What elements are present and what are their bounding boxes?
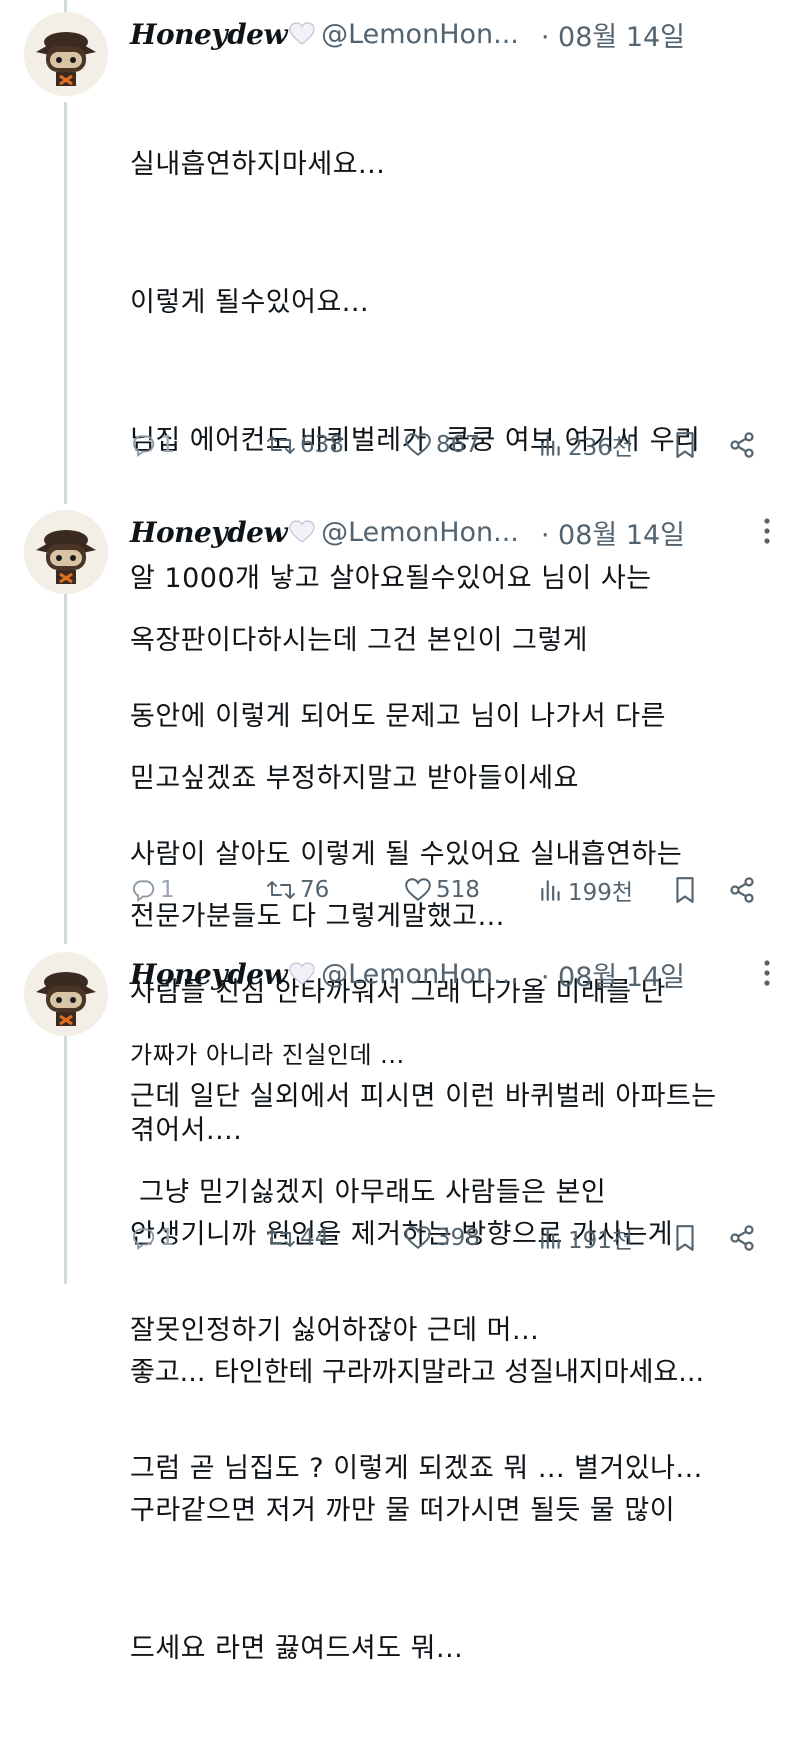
avatar[interactable] [24, 12, 108, 96]
share-button[interactable] [728, 425, 756, 465]
white-heart-icon [289, 22, 315, 46]
bookmark-button[interactable] [672, 425, 698, 465]
like-button[interactable]: 398 [404, 1218, 480, 1258]
handle[interactable]: @LemonHon... [321, 19, 519, 50]
views-count: 191천 [568, 1228, 634, 1254]
views-count: 199천 [568, 880, 634, 906]
views-icon [538, 1225, 564, 1251]
like-icon [404, 877, 432, 903]
tweet-text-line: 드세요 라면 끓여드셔도 뭐... [130, 1633, 464, 1664]
avatar-cow-image [24, 510, 108, 594]
bookmark-icon [672, 876, 698, 904]
views-icon [538, 877, 564, 903]
tweet-2[interactable]: Honeydew @LemonHon... · 08월 14일 옥장판이다하시는… [0, 498, 800, 1484]
avatar[interactable] [24, 510, 108, 594]
retweet-button[interactable]: 76 [266, 870, 329, 910]
display-name[interactable]: Honeydew [130, 18, 288, 51]
avatar-cow-image [24, 952, 108, 1036]
retweet-icon [266, 1225, 296, 1251]
share-button[interactable] [728, 1218, 756, 1258]
action-bar: 1 638 867 236천 [130, 425, 770, 465]
bookmark-button[interactable] [672, 870, 698, 910]
retweet-icon [266, 432, 296, 458]
avatar[interactable] [24, 952, 108, 1036]
retweet-count: 638 [300, 432, 344, 458]
tweet-text-line: 좋고... 타인한테 구라까지말라고 성질내지마세요... [130, 1357, 705, 1388]
bookmark-button[interactable] [672, 1218, 698, 1258]
avatar-cow-image [24, 12, 108, 96]
views-icon [538, 432, 564, 458]
retweet-count: 76 [300, 877, 330, 903]
reply-button[interactable]: 1 [130, 1218, 175, 1258]
like-button[interactable]: 867 [404, 425, 480, 465]
like-button[interactable]: 518 [404, 870, 480, 910]
tweet-text-line: 실내흡연하지마세요... [130, 149, 386, 180]
tweet-text-line: 구라같으면 저거 까만 물 떠가시면 될듯 물 많이 [130, 1495, 676, 1526]
action-bar: 1 44 398 191천 [130, 1218, 770, 1258]
timestamp[interactable]: · 08월 14일 [541, 15, 685, 54]
retweet-count: 44 [300, 1225, 330, 1251]
reply-icon [130, 877, 156, 903]
reply-icon [130, 1225, 156, 1251]
retweet-icon [266, 877, 296, 903]
views-button[interactable]: 236천 [538, 425, 633, 465]
share-icon [728, 876, 756, 904]
reply-button[interactable]: 1 [130, 870, 175, 910]
reply-count: 1 [160, 1225, 175, 1251]
reply-count: 1 [160, 432, 175, 458]
like-icon [404, 432, 432, 458]
like-count: 867 [436, 432, 480, 458]
tweet-text: 근데 일단 실외에서 피시면 이런 바퀴벌레 아파트는 안생기니까 원인을 제거… [130, 982, 780, 1764]
tweet-text-line: 근데 일단 실외에서 피시면 이런 바퀴벌레 아파트는 [130, 1081, 717, 1112]
bookmark-icon [672, 1224, 698, 1252]
reply-count: 1 [160, 877, 175, 903]
tweet-text-line: 이렇게 될수있어요... [130, 287, 370, 318]
bookmark-icon [672, 431, 698, 459]
views-count: 236천 [568, 435, 634, 461]
action-bar: 1 76 518 199천 [130, 870, 770, 910]
share-button[interactable] [728, 870, 756, 910]
retweet-button[interactable]: 638 [266, 425, 344, 465]
views-button[interactable]: 199천 [538, 870, 633, 910]
tweet-1[interactable]: Honeydew @LemonHon... · 08월 14일 실내흡연하지마세… [0, 0, 800, 1146]
tweet-3[interactable]: Honeydew @LemonHon... · 08월 14일 근데 일단 실외… [0, 940, 800, 1664]
views-button[interactable]: 191천 [538, 1218, 633, 1258]
retweet-button[interactable]: 44 [266, 1218, 329, 1258]
share-icon [728, 431, 756, 459]
share-icon [728, 1224, 756, 1252]
like-icon [404, 1225, 432, 1251]
tweet-text-line: 옥장판이다하시는데 그건 본인이 그렇게 [130, 625, 589, 656]
reply-button[interactable]: 1 [130, 425, 175, 465]
like-count: 398 [436, 1225, 480, 1251]
like-count: 518 [436, 877, 480, 903]
reply-icon [130, 432, 156, 458]
tweet-text-line: 믿고싶겠죠 부정하지말고 받아들이세요 [130, 763, 579, 794]
